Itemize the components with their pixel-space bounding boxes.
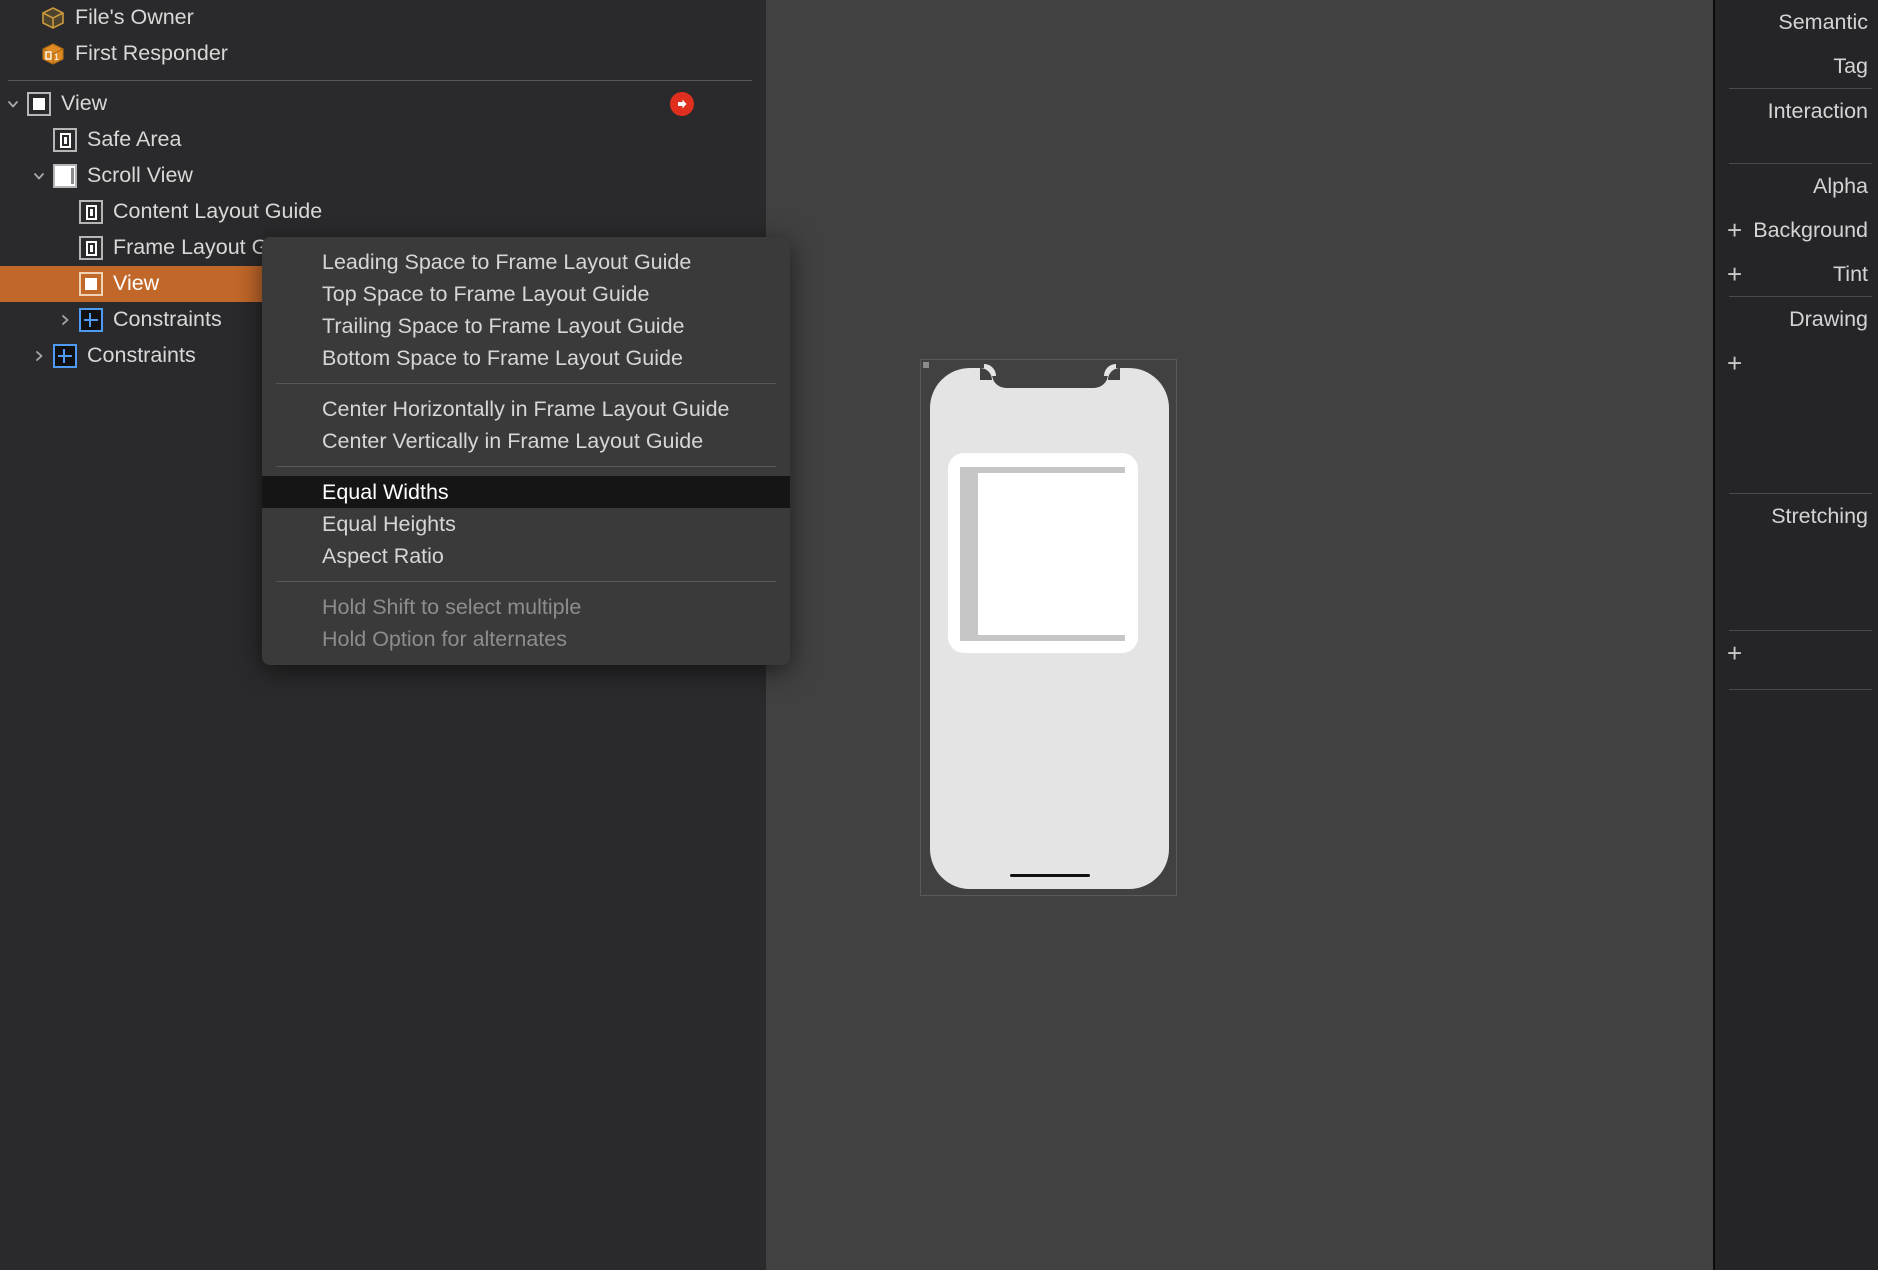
inspector-row-drawing[interactable]: Drawing [1715, 297, 1878, 341]
layout-guide-icon [78, 235, 104, 261]
inspector-label: Interaction [1767, 98, 1868, 123]
menu-hint-hold-shift: Hold Shift to select multiple [322, 595, 582, 619]
device-frame[interactable] [920, 359, 1177, 896]
inspector-row-semantic[interactable]: Semantic [1715, 0, 1878, 44]
iphone-device-preview[interactable] [930, 368, 1169, 889]
inspector-label: Tag [1833, 53, 1868, 78]
constraint-context-menu[interactable]: Leading Space to Frame Layout Guide Top … [262, 237, 790, 665]
scroll-view-icon [52, 163, 78, 189]
inspector-row-add-item[interactable]: + [1715, 631, 1878, 675]
menu-item-center-horizontally[interactable]: Center Horizontally in Frame Layout Guid… [262, 393, 790, 425]
outline-row-label: File's Owner [75, 5, 194, 30]
plus-icon[interactable]: + [1727, 217, 1742, 243]
chevron-down-icon[interactable] [26, 158, 52, 194]
menu-divider [276, 466, 776, 467]
outline-row-label: Content Layout Guide [113, 199, 323, 224]
outline-divider [8, 80, 752, 81]
inspector-spacer [1715, 600, 1878, 630]
plus-icon[interactable]: + [1727, 261, 1742, 287]
menu-item-aspect-ratio[interactable]: Aspect Ratio [262, 540, 790, 572]
red-arrow-icon[interactable] [670, 92, 694, 116]
inspector-label: Background [1753, 217, 1868, 242]
outline-row-content-layout-guide[interactable]: Content Layout Guide [0, 194, 766, 230]
constraints-icon [52, 343, 78, 369]
inspector-row-tag[interactable]: Tag [1715, 44, 1878, 88]
menu-item-leading-space[interactable]: Leading Space to Frame Layout Guide [262, 246, 790, 278]
inspector-spacer [1715, 133, 1878, 163]
inspector-spacer [1715, 675, 1878, 689]
inspector-row-interaction[interactable]: Interaction [1715, 89, 1878, 133]
home-indicator [1009, 874, 1090, 877]
outline-row-label: Constraints [87, 343, 196, 368]
device-screen[interactable] [948, 453, 1138, 653]
resize-handle[interactable] [923, 362, 929, 368]
menu-hint-hold-option: Hold Option for alternates [322, 627, 567, 651]
inspector-label: Semantic [1778, 9, 1868, 34]
inspector-divider [1729, 689, 1872, 690]
view-placeholder-icon [78, 271, 104, 297]
menu-item-top-space[interactable]: Top Space to Frame Layout Guide [262, 278, 790, 310]
layout-guide-icon [52, 127, 78, 153]
outline-row-first-responder[interactable]: 1 First Responder [0, 36, 766, 72]
svg-text:1: 1 [54, 52, 59, 62]
outline-row-label: Scroll View [87, 163, 193, 188]
outline-row-label: Safe Area [87, 127, 182, 152]
inspector-row-tint[interactable]: + Tint [1715, 252, 1878, 296]
scroll-view-preview[interactable] [960, 467, 1125, 641]
menu-divider [276, 581, 776, 582]
inspector-label: Tint [1832, 261, 1868, 286]
chevron-right-icon[interactable] [26, 338, 52, 374]
menu-item-center-vertically[interactable]: Center Vertically in Frame Layout Guide [262, 425, 790, 457]
view-placeholder-icon [26, 91, 52, 117]
menu-item-equal-heights[interactable]: Equal Heights [262, 508, 790, 540]
inspector-spacer [1715, 385, 1878, 493]
outline-row-safe-area[interactable]: Safe Area [0, 122, 766, 158]
outline-row-label: View [61, 91, 108, 116]
cube-icon [40, 5, 66, 31]
inner-view-preview[interactable] [978, 473, 1125, 635]
plus-icon[interactable]: + [1727, 640, 1742, 666]
inspector-row-background[interactable]: + Background [1715, 208, 1878, 252]
outline-row-files-owner[interactable]: File's Owner [0, 0, 766, 36]
chevron-right-icon[interactable] [52, 302, 78, 338]
menu-divider [276, 383, 776, 384]
inspector-label: Alpha [1813, 173, 1868, 198]
outline-row-label: First Responder [75, 41, 228, 66]
outline-row-view-root[interactable]: View [0, 86, 766, 122]
layout-guide-icon [78, 199, 104, 225]
menu-item-trailing-space[interactable]: Trailing Space to Frame Layout Guide [262, 310, 790, 342]
attributes-inspector-panel: Semantic Tag Interaction Alpha + Backgro… [1713, 0, 1878, 1270]
chevron-down-icon[interactable] [0, 86, 26, 122]
inspector-row-alpha[interactable]: Alpha [1715, 164, 1878, 208]
device-notch [979, 368, 1120, 388]
interface-builder-canvas[interactable] [766, 0, 1713, 1270]
menu-item-bottom-space[interactable]: Bottom Space to Frame Layout Guide [262, 342, 790, 374]
constraints-icon [78, 307, 104, 333]
inspector-row-stretching[interactable]: Stretching [1715, 494, 1878, 538]
outline-row-label: View [113, 271, 160, 296]
inspector-label: Stretching [1771, 503, 1868, 528]
outline-row-label: Constraints [113, 307, 222, 332]
outline-row-scroll-view[interactable]: Scroll View [0, 158, 766, 194]
inspector-spacer [1715, 538, 1878, 600]
plus-icon[interactable]: + [1727, 350, 1742, 376]
menu-item-equal-widths[interactable]: Equal Widths [262, 476, 790, 508]
inspector-row-drawing-add[interactable]: + [1715, 341, 1878, 385]
cube-first-responder-icon: 1 [40, 41, 66, 67]
app-window: File's Owner 1 First Responder View Safe… [0, 0, 1878, 1270]
inspector-label: Drawing [1789, 306, 1868, 331]
